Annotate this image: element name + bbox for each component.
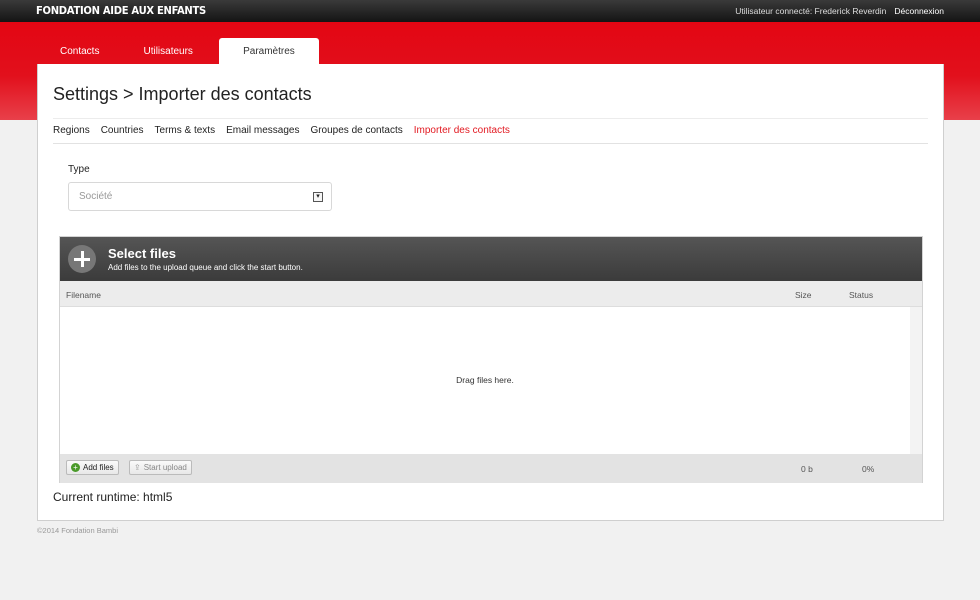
footer-copyright: ©2014 Fondation Bambi (37, 526, 118, 535)
subnav-item-countries[interactable]: Countries (101, 125, 144, 136)
content-panel: Settings > Importer des contacts Regions… (37, 64, 944, 521)
column-status: Status (849, 290, 874, 300)
dropdown-arrow-icon[interactable]: ▾ (313, 192, 323, 202)
uploader-footer: + Add files ⇪ Start upload 0 b 0% (60, 454, 922, 483)
subnav-item-groupes[interactable]: Groupes de contacts (310, 125, 402, 136)
user-label: Utilisateur connecté: Frederick Reverdin (735, 6, 887, 16)
file-uploader: Select files Add files to the upload que… (59, 236, 923, 483)
file-list-header: Filename Size Status (60, 281, 922, 307)
type-select-value: Société (79, 191, 113, 202)
subnav-item-importer[interactable]: Importer des contacts (414, 125, 510, 136)
type-label: Type (68, 164, 90, 175)
start-upload-label: Start upload (143, 463, 187, 472)
add-files-button[interactable]: + Add files (66, 460, 119, 475)
uploader-header: Select files Add files to the upload que… (60, 237, 922, 281)
drop-zone[interactable]: Drag files here. (60, 307, 922, 454)
runtime-info: Current runtime: html5 (53, 490, 173, 504)
subnav-item-email-messages[interactable]: Email messages (226, 125, 299, 136)
top-bar: FONDATION AIDE AUX ENFANTS Utilisateur c… (0, 0, 980, 22)
total-status: 0% (862, 464, 875, 474)
start-upload-button[interactable]: ⇪ Start upload (129, 460, 192, 475)
tab-parametres[interactable]: Paramètres (218, 38, 319, 64)
logout-link[interactable]: Déconnexion (894, 6, 944, 16)
uploader-title: Select files (108, 246, 176, 261)
subnav-item-regions[interactable]: Regions (53, 125, 90, 136)
column-filename: Filename (66, 290, 101, 300)
uploader-subtitle: Add files to the upload queue and click … (108, 263, 303, 272)
user-bar: Utilisateur connecté: Frederick Reverdin… (735, 6, 944, 16)
add-files-label: Add files (83, 463, 114, 472)
upload-arrow-icon: ⇪ (134, 463, 141, 472)
total-size: 0 b (801, 464, 813, 474)
drop-zone-text: Drag files here. (456, 375, 514, 385)
column-size: Size (795, 290, 812, 300)
divider (53, 118, 928, 119)
page-title: Settings > Importer des contacts (53, 84, 312, 104)
main-tabs: Contacts Utilisateurs Paramètres (38, 38, 319, 64)
type-select[interactable]: Société ▾ (68, 182, 332, 211)
subnav-item-terms[interactable]: Terms & texts (155, 125, 216, 136)
tab-utilisateurs[interactable]: Utilisateurs (121, 38, 214, 64)
settings-subnav: Regions Countries Terms & texts Email me… (53, 125, 510, 136)
add-circle-icon: + (71, 463, 80, 472)
tab-contacts[interactable]: Contacts (38, 38, 121, 64)
plus-circle-icon[interactable] (68, 245, 96, 273)
brand-logo[interactable]: FONDATION AIDE AUX ENFANTS (36, 5, 206, 17)
divider (53, 143, 928, 144)
